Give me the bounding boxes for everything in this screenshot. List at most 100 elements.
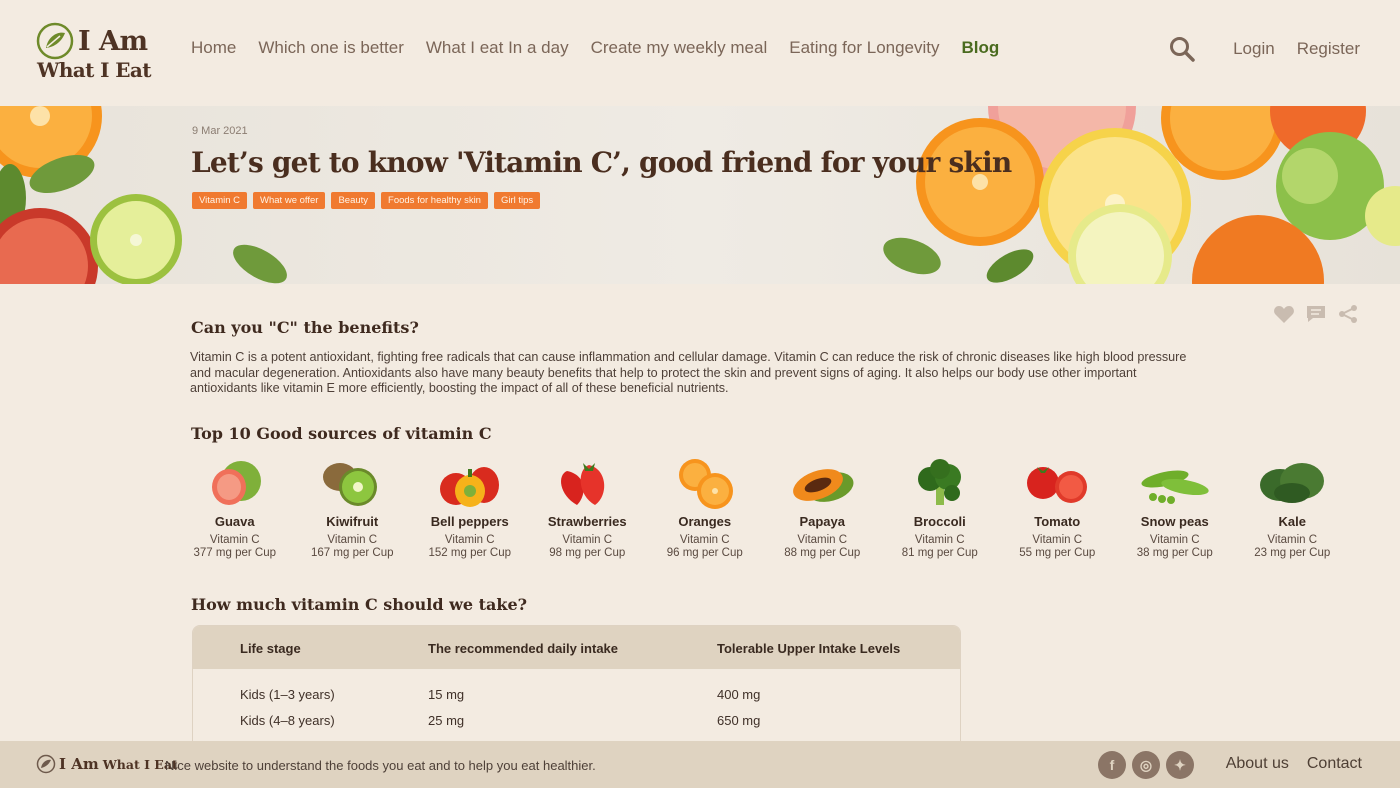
intake-table: Life stage The recommended daily intake … (192, 625, 961, 755)
tomato-icon (1027, 467, 1088, 503)
site-footer: I Am What I Eat Nice website to understa… (0, 741, 1400, 788)
food-amount: 55 mg per Cup (1019, 547, 1096, 559)
guava-icon (211, 461, 261, 505)
food-amount: 88 mg per Cup (784, 547, 861, 559)
article-date: 9 Mar 2021 (192, 125, 248, 137)
papaya-icon (793, 469, 854, 502)
food-name: Broccoli (913, 514, 966, 529)
food-nutrient: Vitamin C (1149, 534, 1200, 546)
food-item-guava[interactable]: Guava Vitamin C 377 mg per Cup (176, 455, 294, 559)
food-name: Kiwifruit (326, 514, 379, 529)
article-tags: Vitamin C What we offer Beauty Foods for… (192, 192, 541, 209)
benefits-paragraph: Vitamin C is a potent antioxidant, fight… (190, 350, 1187, 395)
food-name: Oranges (678, 514, 732, 529)
footer-tagline: Nice website to understand the foods you… (165, 758, 596, 773)
food-nutrient: Vitamin C (444, 534, 495, 546)
food-nutrient: Vitamin C (327, 534, 378, 546)
food-amount: 81 mg per Cup (901, 547, 978, 559)
nav-which-one-is-better[interactable]: Which one is better (258, 38, 404, 58)
table-cell: 400 mg (717, 687, 761, 702)
food-name: Tomato (1034, 514, 1081, 529)
food-amount: 377 mg per Cup (193, 547, 276, 559)
food-item-bell-peppers[interactable]: Bell peppers Vitamin C 152 mg per Cup (411, 455, 529, 559)
food-name: Strawberries (547, 514, 627, 529)
article-actions (1273, 304, 1359, 324)
main-nav: Home Which one is better What I eat In a… (191, 38, 1021, 58)
food-nutrient: Vitamin C (1267, 534, 1318, 546)
tag-vitamin-c[interactable]: Vitamin C (192, 192, 248, 209)
tag-girl-tips[interactable]: Girl tips (493, 192, 541, 209)
nav-what-i-eat-in-a-day[interactable]: What I eat In a day (426, 38, 569, 58)
table-header-daily-intake: The recommended daily intake (428, 641, 619, 656)
food-item-kale[interactable]: Kale Vitamin C 23 mg per Cup (1234, 455, 1352, 559)
food-amount: 38 mg per Cup (1136, 547, 1213, 559)
food-item-tomato[interactable]: Tomato Vitamin C 55 mg per Cup (999, 455, 1117, 559)
food-name: Papaya (799, 514, 846, 529)
food-item-kiwifruit[interactable]: Kiwifruit Vitamin C 167 mg per Cup (294, 455, 412, 559)
about-us-link[interactable]: About us (1226, 755, 1289, 773)
food-item-oranges[interactable]: Oranges Vitamin C 96 mg per Cup (646, 455, 764, 559)
food-name: Bell peppers (430, 514, 509, 529)
twitter-icon[interactable]: ✦ (1166, 751, 1194, 779)
broccoli-icon (917, 459, 961, 505)
food-name: Snow peas (1140, 514, 1209, 529)
table-row: Kids (4–8 years) 25 mg 650 mg (193, 709, 960, 735)
table-cell: 25 mg (428, 713, 465, 728)
food-name: Guava (214, 514, 255, 529)
search-icon[interactable] (1169, 36, 1195, 62)
food-item-snow-peas[interactable]: Snow peas Vitamin C 38 mg per Cup (1116, 455, 1234, 559)
food-item-strawberries[interactable]: Strawberries Vitamin C 98 mg per Cup (529, 455, 647, 559)
logo-text-line2: What I Eat (37, 58, 152, 82)
table-cell: 650 mg (717, 713, 761, 728)
instagram-icon[interactable]: ◎ (1132, 751, 1160, 779)
kiwi-icon (323, 463, 378, 506)
tag-foods-for-healthy-skin[interactable]: Foods for healthy skin (381, 192, 488, 209)
food-item-papaya[interactable]: Papaya Vitamin C 88 mg per Cup (764, 455, 882, 559)
strawberry-icon (561, 463, 605, 505)
header-actions: Login Register (1169, 36, 1360, 62)
food-nutrient: Vitamin C (562, 534, 613, 546)
table-header-upper-limit: Tolerable Upper Intake Levels (717, 641, 901, 656)
tag-beauty[interactable]: Beauty (331, 192, 376, 209)
article-title: Let’s get to know 'Vitamin C’, good frie… (191, 146, 1012, 179)
article-hero: 9 Mar 2021 Let’s get to know 'Vitamin C’… (0, 106, 1400, 284)
food-amount: 23 mg per Cup (1254, 547, 1331, 559)
food-item-broccoli[interactable]: Broccoli Vitamin C 81 mg per Cup (881, 455, 999, 559)
nav-create-weekly-meal[interactable]: Create my weekly meal (591, 38, 768, 58)
comment-icon[interactable] (1305, 304, 1327, 324)
bell-pepper-icon (439, 467, 499, 507)
nav-eating-for-longevity[interactable]: Eating for Longevity (789, 38, 939, 58)
site-logo[interactable]: I Am What I Eat (36, 22, 156, 84)
logo-leaf-icon (36, 754, 56, 774)
footer-links: About us Contact (1226, 755, 1362, 773)
tag-what-we-offer[interactable]: What we offer (253, 192, 326, 209)
top-sources-heading: Top 10 Good sources of vitamin C (191, 424, 492, 443)
contact-link[interactable]: Contact (1307, 755, 1362, 773)
logo-leaf-icon (36, 22, 74, 60)
food-nutrient: Vitamin C (1032, 534, 1083, 546)
table-cell: 15 mg (428, 687, 465, 702)
table-header-row: Life stage The recommended daily intake … (193, 626, 960, 669)
social-links: f ◎ ✦ (1098, 751, 1194, 779)
food-nutrient: Vitamin C (797, 534, 848, 546)
food-nutrient: Vitamin C (679, 534, 730, 546)
facebook-icon[interactable]: f (1098, 751, 1126, 779)
food-amount: 152 mg per Cup (428, 547, 511, 559)
login-link[interactable]: Login (1233, 39, 1275, 59)
site-header: I Am What I Eat Home Which one is better… (0, 0, 1400, 106)
table-header-life-stage: Life stage (240, 641, 301, 656)
nav-blog[interactable]: Blog (962, 38, 1000, 58)
footer-logo[interactable]: I Am What I Eat (36, 754, 178, 774)
food-nutrient: Vitamin C (914, 534, 965, 546)
food-amount: 98 mg per Cup (549, 547, 626, 559)
logo-text-line1: I Am (78, 26, 148, 57)
register-link[interactable]: Register (1297, 39, 1360, 59)
benefits-heading: Can you "C" the benefits? (191, 318, 419, 337)
kale-icon (1260, 463, 1325, 503)
food-amount: 96 mg per Cup (666, 547, 743, 559)
nav-home[interactable]: Home (191, 38, 236, 58)
intake-heading: How much vitamin C should we take? (191, 595, 527, 614)
share-icon[interactable] (1337, 304, 1359, 324)
heart-icon[interactable] (1273, 304, 1295, 324)
footer-logo-text-line1: I Am (59, 755, 99, 773)
